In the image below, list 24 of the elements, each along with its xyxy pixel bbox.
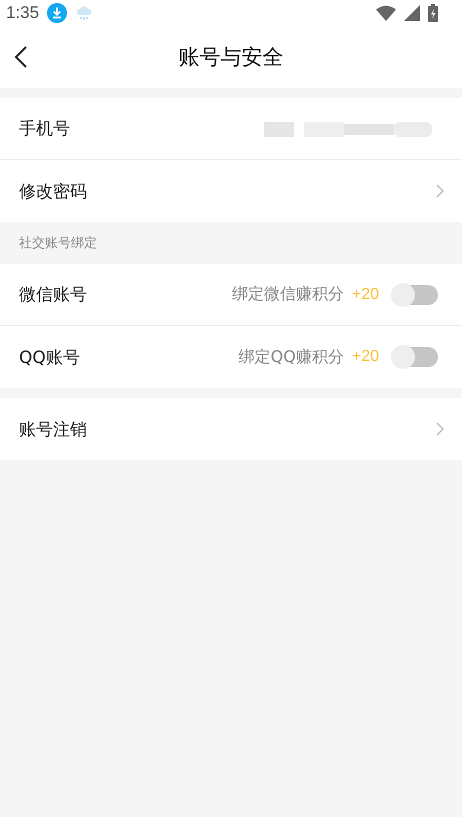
battery-icon [428, 4, 438, 22]
signal-icon [404, 4, 420, 20]
row-label: 手机号 [19, 118, 70, 140]
download-icon [47, 2, 68, 22]
page-title: 账号与安全 [178, 44, 284, 70]
reward-hint: 绑定QQ赚积分 [238, 346, 344, 368]
row-label: 账号注销 [19, 418, 87, 440]
section-title: 社交账号绑定 [19, 235, 97, 252]
weather-icon [75, 4, 94, 22]
wifi-icon [376, 4, 396, 20]
chevron-right-icon [436, 422, 444, 436]
chevron-right-icon [436, 184, 444, 198]
status-time: 1:35 [6, 2, 40, 22]
settings-row[interactable]: 账号注销 [0, 398, 462, 460]
toggle-switch[interactable] [393, 347, 438, 367]
points-bonus: +20 [352, 348, 379, 366]
row-label: 微信账号 [19, 284, 87, 306]
row-label: QQ账号 [19, 346, 80, 368]
reward-hint: 绑定微信赚积分 [232, 284, 344, 305]
settings-row[interactable]: 修改密码 [0, 160, 462, 222]
row-label: 修改密码 [19, 180, 87, 202]
back-icon[interactable] [14, 45, 28, 69]
toggle-switch[interactable] [393, 284, 438, 304]
points-bonus: +20 [352, 286, 379, 304]
